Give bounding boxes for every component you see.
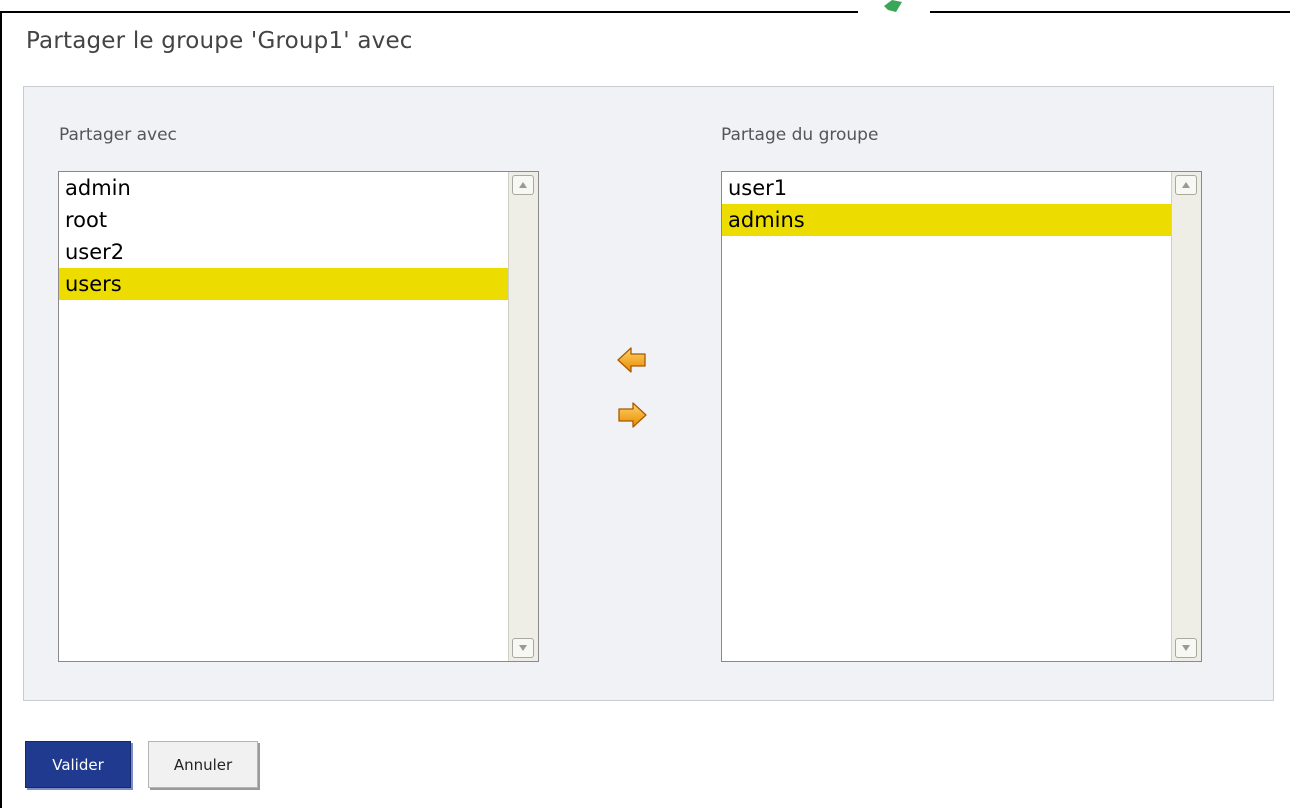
dialog-top-border bbox=[0, 11, 858, 13]
scroll-down-button[interactable] bbox=[1175, 638, 1197, 658]
list-item-selected[interactable]: admins bbox=[722, 204, 1171, 236]
share-panel: Partager avec Partage du groupe admin ro… bbox=[23, 86, 1274, 701]
list-item[interactable]: user1 bbox=[722, 172, 1171, 204]
available-groups-list[interactable]: admin root user2 users bbox=[58, 171, 539, 662]
scroll-down-button[interactable] bbox=[512, 638, 534, 658]
list-item[interactable]: admin bbox=[59, 172, 508, 204]
left-list-label: Partager avec bbox=[59, 125, 177, 145]
dialog-corner-icon bbox=[884, 0, 902, 12]
scroll-up-button[interactable] bbox=[512, 175, 534, 195]
list-item[interactable]: user2 bbox=[59, 236, 508, 268]
list-item[interactable]: root bbox=[59, 204, 508, 236]
cancel-button[interactable]: Annuler bbox=[148, 741, 258, 788]
list-item-selected[interactable]: users bbox=[59, 268, 508, 300]
dialog-top-border-right bbox=[930, 11, 1290, 13]
arrow-right-icon[interactable] bbox=[616, 400, 648, 430]
dialog-title: Partager le groupe 'Group1' avec bbox=[26, 28, 413, 54]
dialog-left-border bbox=[0, 11, 2, 808]
left-list-scrollbar[interactable] bbox=[508, 172, 538, 661]
scroll-up-button[interactable] bbox=[1175, 175, 1197, 195]
right-list-scrollbar[interactable] bbox=[1171, 172, 1201, 661]
chevron-up-icon bbox=[1182, 182, 1190, 188]
shared-groups-list[interactable]: user1 admins bbox=[721, 171, 1202, 662]
share-group-dialog: Partager le groupe 'Group1' avec Partage… bbox=[0, 0, 1290, 808]
chevron-up-icon bbox=[519, 182, 527, 188]
chevron-down-icon bbox=[1182, 645, 1190, 651]
right-list-label: Partage du groupe bbox=[721, 125, 879, 145]
submit-button[interactable]: Valider bbox=[25, 741, 131, 788]
chevron-down-icon bbox=[519, 645, 527, 651]
arrow-left-icon[interactable] bbox=[616, 345, 648, 375]
